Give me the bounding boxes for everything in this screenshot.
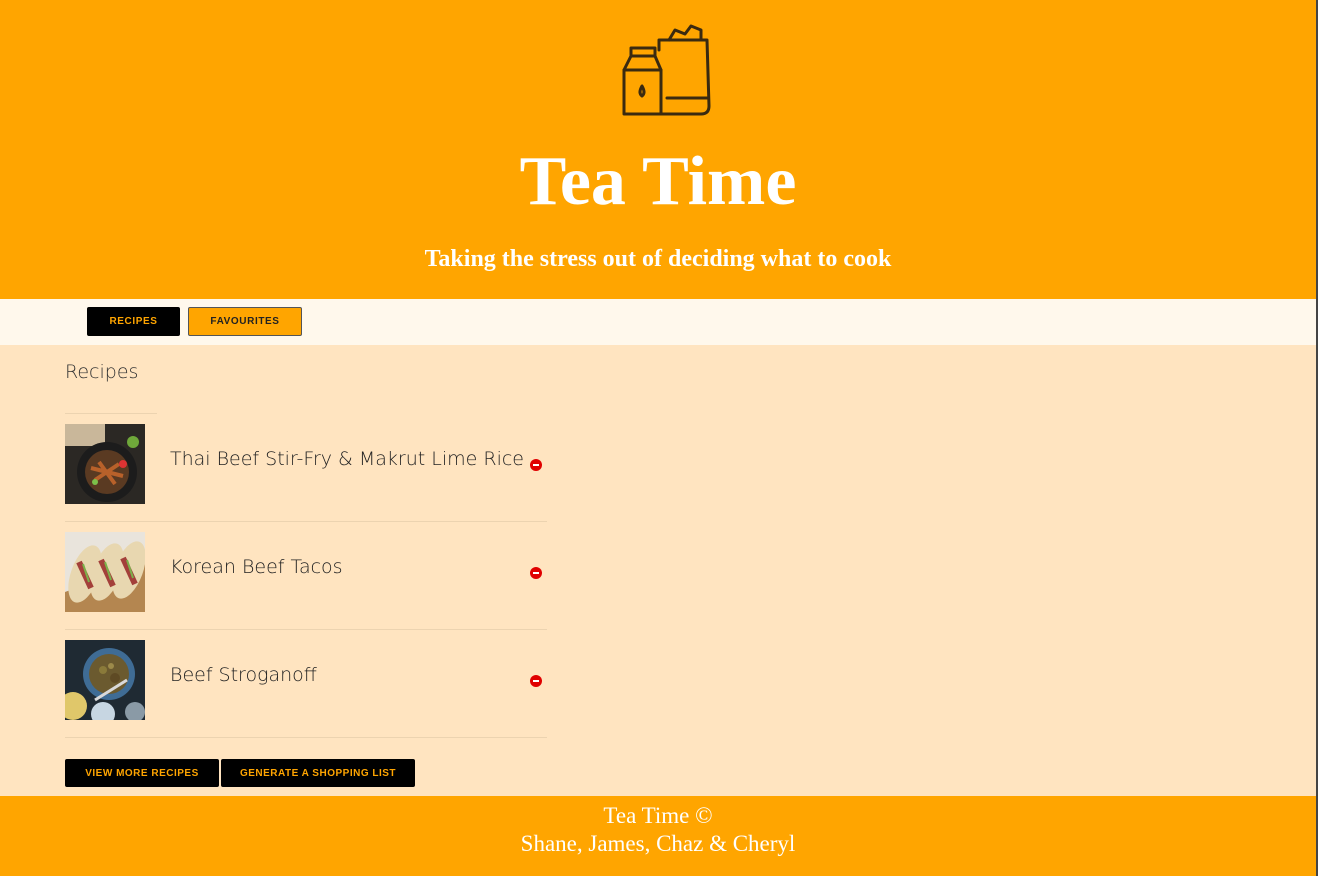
nav-bar: RECIPES FAVOURITES bbox=[0, 299, 1316, 345]
recipe-name[interactable]: Beef Stroganoff bbox=[170, 664, 317, 686]
nav-favourites-button[interactable]: FAVOURITES bbox=[188, 307, 302, 336]
grocery-bag-milk-icon bbox=[622, 24, 711, 116]
main-content: Recipes Thai Beef Stir-Fry & Makrut Lime… bbox=[0, 345, 1316, 796]
recipe-actions: VIEW MORE RECIPES GENERATE A SHOPPING LI… bbox=[65, 759, 415, 787]
footer-copyright: Tea Time © bbox=[603, 803, 713, 828]
remove-recipe-icon[interactable] bbox=[530, 567, 542, 579]
site-title: Tea Time bbox=[519, 143, 797, 220]
recipe-name[interactable]: Thai Beef Stir-Fry & Makrut Lime Rice bbox=[170, 448, 524, 470]
view-more-recipes-button[interactable]: VIEW MORE RECIPES bbox=[65, 759, 219, 787]
recipe-thumbnail[interactable] bbox=[65, 640, 145, 720]
nav-recipes-button[interactable]: RECIPES bbox=[87, 307, 180, 336]
footer-authors: Shane, James, Chaz & Cheryl bbox=[520, 831, 796, 856]
generate-shopping-list-button[interactable]: GENERATE A SHOPPING LIST bbox=[221, 759, 415, 787]
site-tagline: Taking the stress out of deciding what t… bbox=[424, 246, 892, 272]
recipe-thumbnail[interactable] bbox=[65, 424, 145, 504]
recipe-name[interactable]: Korean Beef Tacos bbox=[170, 556, 343, 578]
recipe-item[interactable]: Thai Beef Stir-Fry & Makrut Lime Rice bbox=[65, 414, 547, 522]
recipe-item[interactable]: Beef Stroganoff bbox=[65, 630, 547, 738]
recipe-thumbnail[interactable] bbox=[65, 532, 145, 612]
site-footer: Tea Time © Shane, James, Chaz & Cheryl bbox=[0, 796, 1316, 876]
section-title: Recipes bbox=[65, 361, 139, 383]
recipe-item[interactable]: Korean Beef Tacos bbox=[65, 522, 547, 630]
recipe-list: Thai Beef Stir-Fry & Makrut Lime Rice Ko… bbox=[65, 414, 547, 738]
remove-recipe-icon[interactable] bbox=[530, 675, 542, 687]
remove-recipe-icon[interactable] bbox=[530, 459, 542, 471]
site-header: Tea Time Taking the stress out of decidi… bbox=[0, 0, 1316, 299]
